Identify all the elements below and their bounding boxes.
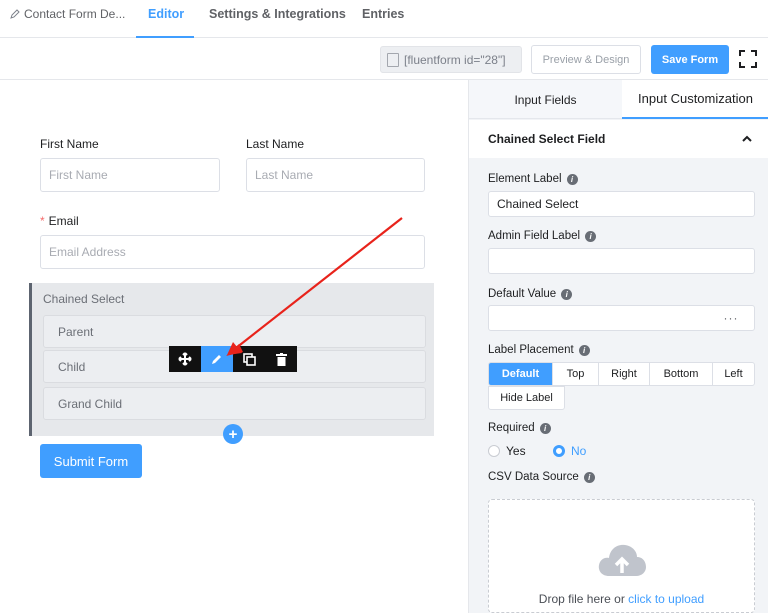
info-icon: i [561, 288, 573, 300]
default-value-input[interactable]: ··· [488, 305, 755, 331]
section-title: Chained Select Field [488, 132, 606, 146]
label-placement-text: Label Placement [488, 344, 574, 356]
csv-upload-dropzone[interactable]: Drop file here or click to upload [488, 499, 755, 613]
radio-circle [488, 445, 500, 457]
email-label-text: Email [48, 214, 79, 228]
add-field-plus-icon[interactable]: + [223, 424, 243, 444]
tab-settings-integrations[interactable]: Settings & Integrations [209, 7, 346, 21]
info-icon: i [583, 471, 595, 483]
email-label: * Email [40, 214, 79, 228]
element-label-label: Element Label i [488, 173, 578, 185]
label-placement-label: Label Placement i [488, 344, 590, 356]
radio-circle-selected [553, 445, 565, 457]
smart-codes-button[interactable]: ··· [708, 306, 754, 330]
required-label: Required i [488, 422, 551, 434]
shortcode-text: [fluentform id="28"] [404, 52, 506, 67]
move-icon[interactable] [169, 346, 201, 372]
last-name-label: Last Name [246, 137, 305, 151]
cloud-upload-icon [598, 544, 646, 576]
tab-editor[interactable]: Editor [148, 7, 184, 21]
drop-file-text: Drop file here or [538, 592, 629, 606]
pencil-icon [10, 9, 20, 19]
field-toolbar [169, 346, 297, 372]
chained-select-label: Chained Select [43, 292, 125, 306]
chevron-up-icon [742, 135, 752, 142]
required-yes-radio[interactable]: Yes [488, 444, 526, 458]
required-asterisk: * [40, 214, 45, 228]
element-label-input[interactable]: Chained Select [488, 191, 755, 217]
breadcrumb-form-name: Contact Form De... [24, 7, 126, 21]
upload-text: Drop file here or click to upload [489, 592, 754, 606]
tab-entries[interactable]: Entries [362, 7, 404, 21]
settings-panel: Input Fields Input Customization Chained… [468, 80, 768, 613]
delete-icon[interactable] [265, 346, 297, 372]
csv-data-source-label: CSV Data Source i [488, 471, 595, 483]
chained-select-grand-child[interactable]: Grand Child [43, 387, 426, 420]
click-to-upload-link[interactable]: click to upload [628, 592, 704, 606]
first-name-input[interactable]: First Name [40, 158, 220, 192]
info-icon: i [585, 230, 597, 242]
save-form-button[interactable]: Save Form [651, 45, 729, 74]
placement-bottom[interactable]: Bottom [650, 363, 713, 385]
placement-left[interactable]: Left [713, 363, 754, 385]
csv-data-source-text: CSV Data Source [488, 471, 579, 483]
default-value-text: Default Value [488, 288, 557, 300]
duplicate-icon[interactable] [233, 346, 265, 372]
submit-form-button[interactable]: Submit Form [40, 444, 142, 478]
top-navigation: Contact Form De... Editor Settings & Int… [0, 0, 768, 38]
action-bar: [fluentform id="28"] Preview & Design Sa… [0, 38, 768, 80]
placement-right[interactable]: Right [599, 363, 650, 385]
default-value-label: Default Value i [488, 288, 573, 300]
panel-tabs: Input Fields Input Customization [469, 80, 768, 119]
fullscreen-icon[interactable] [738, 49, 758, 69]
element-label-text: Element Label [488, 173, 562, 185]
breadcrumb[interactable]: Contact Form De... [10, 7, 125, 21]
edit-icon[interactable] [201, 346, 233, 372]
info-icon: i [578, 344, 590, 356]
tab-input-customization[interactable]: Input Customization [622, 80, 768, 119]
required-no-text: No [571, 444, 587, 458]
email-input[interactable]: Email Address [40, 235, 425, 269]
placement-default[interactable]: Default [489, 363, 553, 385]
hide-label-button[interactable]: Hide Label [488, 386, 565, 410]
required-no-radio[interactable]: No [553, 444, 586, 458]
chained-select-parent[interactable]: Parent [43, 315, 426, 348]
required-text: Required [488, 422, 535, 434]
info-icon: i [566, 173, 578, 185]
label-placement-options: Default Top Right Bottom Left [488, 362, 755, 386]
admin-field-label-text: Admin Field Label [488, 230, 581, 242]
placement-top[interactable]: Top [553, 363, 599, 385]
admin-field-label-input[interactable] [488, 248, 755, 274]
required-yes-text: Yes [506, 444, 526, 458]
copy-shortcode-icon [387, 52, 399, 67]
last-name-input[interactable]: Last Name [246, 158, 425, 192]
shortcode-copy[interactable]: [fluentform id="28"] [380, 46, 522, 73]
preview-design-button[interactable]: Preview & Design [531, 45, 641, 74]
section-header[interactable]: Chained Select Field [469, 120, 768, 158]
info-icon: i [539, 422, 551, 434]
first-name-label: First Name [40, 137, 99, 151]
tab-input-fields[interactable]: Input Fields [469, 80, 622, 119]
admin-field-label-label: Admin Field Label i [488, 230, 597, 242]
